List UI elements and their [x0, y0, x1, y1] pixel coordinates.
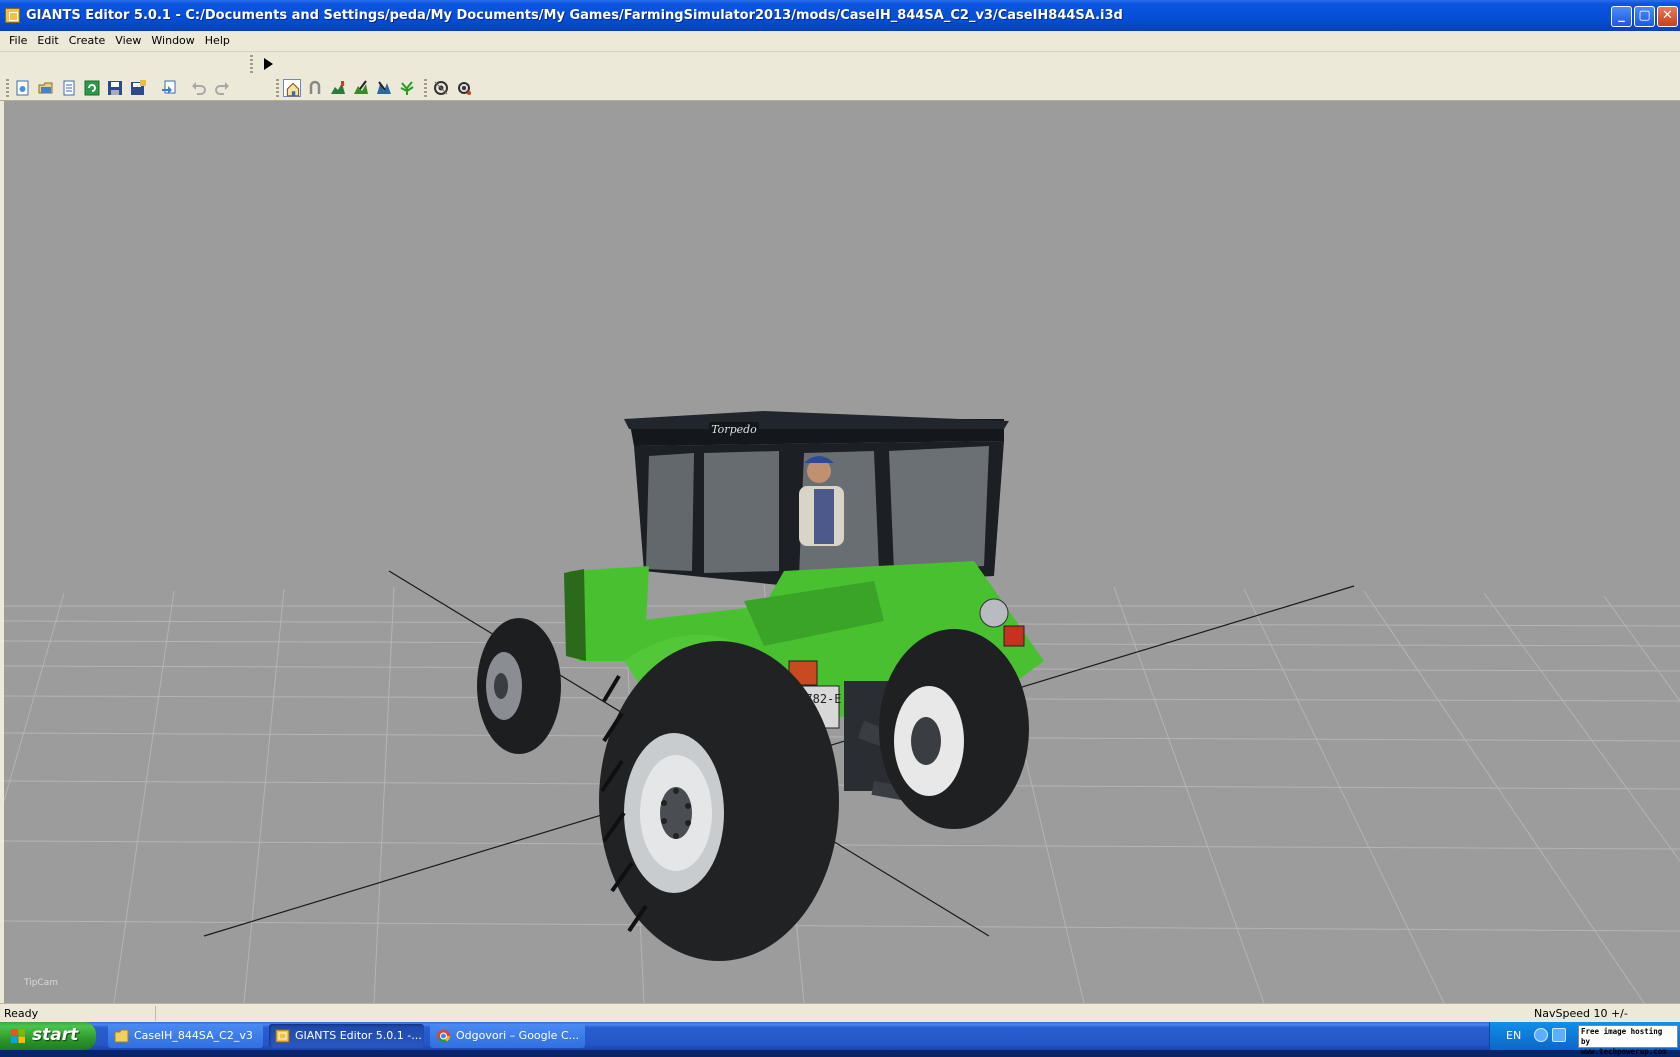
maximize-button[interactable]: ▢ [1634, 6, 1655, 27]
terrain-sculpt-icon[interactable] [329, 79, 347, 97]
taskbar-item-label: CaseIH_844SA_C2_v3 [134, 1029, 253, 1042]
main-toolbar [0, 76, 1680, 101]
undo-icon[interactable] [190, 79, 208, 97]
terrain-paint-icon[interactable] [352, 79, 370, 97]
move-icon[interactable] [306, 79, 324, 97]
foliage-paint-icon[interactable] [375, 79, 393, 97]
play-record-icon[interactable] [432, 79, 450, 97]
settings-icon[interactable] [455, 79, 473, 97]
toolbar-grip[interactable] [6, 79, 9, 97]
watermark-badge: Free image hosting by www.techpowerup.co… [1578, 1025, 1678, 1056]
3d-viewport[interactable]: Torpedo 782-E TipCam [4, 101, 1680, 1003]
giants-editor-window: GIANTS Editor 5.0.1 - C:/Documents and S… [0, 0, 1680, 1023]
folder-icon [114, 1029, 129, 1043]
close-button[interactable]: ✕ [1657, 6, 1678, 27]
plant-paint-icon[interactable] [398, 79, 416, 97]
status-message: Ready [0, 1006, 156, 1021]
cab-brand-text: Torpedo [711, 423, 757, 436]
save-icon[interactable] [106, 79, 124, 97]
menu-edit[interactable]: Edit [32, 31, 63, 47]
start-button[interactable]: start [0, 1022, 96, 1050]
import-icon[interactable] [160, 79, 178, 97]
taskbar-item-chrome[interactable]: Odgovori – Google C... [430, 1024, 585, 1048]
scene-canvas[interactable]: Torpedo 782-E [4, 101, 1680, 1003]
toolbar-grip[interactable] [250, 55, 253, 73]
nav-speed-status: NavSpeed 10 +/- [1534, 1007, 1628, 1020]
taskbar: start CaseIH_844SA_C2_v3 GIANTS Editor 5… [0, 1022, 1680, 1056]
giants-icon [275, 1029, 290, 1043]
network-icon[interactable] [1534, 1028, 1548, 1042]
play-toolbar [0, 52, 1680, 76]
taskbar-item-label: GIANTS Editor 5.0.1 -... [295, 1029, 422, 1042]
menu-bar: File Edit Create View Window Help [0, 31, 1680, 52]
minimize-button[interactable]: _ [1611, 6, 1632, 27]
taskbar-item-giants[interactable]: GIANTS Editor 5.0.1 -... [269, 1024, 424, 1048]
save-as-icon[interactable] [129, 79, 147, 97]
taskbar-item-folder[interactable]: CaseIH_844SA_C2_v3 [108, 1024, 263, 1048]
tractor-model: Torpedo 782-E [477, 411, 1044, 961]
reload-icon[interactable] [83, 79, 101, 97]
toolbar-grip[interactable] [424, 79, 427, 97]
toolbar-grip[interactable] [276, 79, 279, 97]
windows-flag-icon [11, 1029, 25, 1043]
select-icon[interactable] [283, 79, 301, 97]
taskbar-item-label: Odgovori – Google C... [456, 1029, 580, 1042]
menu-file[interactable]: File [4, 31, 32, 47]
chrome-icon [437, 1029, 450, 1043]
start-label: start [32, 1025, 79, 1045]
watermark-line1: Free image hosting by [1581, 1027, 1663, 1046]
volume-icon[interactable] [1552, 1028, 1566, 1042]
properties-icon[interactable] [60, 79, 78, 97]
open-icon[interactable] [37, 79, 55, 97]
title-bar[interactable]: GIANTS Editor 5.0.1 - C:/Documents and S… [0, 0, 1680, 32]
system-tray: EN Free image hosting by www.techpowerup… [1489, 1022, 1680, 1056]
play-icon[interactable] [259, 55, 277, 73]
menu-view[interactable]: View [110, 31, 146, 47]
status-bar: Ready NavSpeed 10 +/- [0, 1003, 1680, 1023]
new-scene-icon[interactable] [14, 79, 32, 97]
menu-help[interactable]: Help [200, 31, 235, 47]
redo-icon[interactable] [213, 79, 231, 97]
menu-create[interactable]: Create [64, 31, 111, 47]
window-title: GIANTS Editor 5.0.1 - C:/Documents and S… [26, 8, 1123, 23]
camera-label: TipCam [24, 978, 59, 988]
menu-window[interactable]: Window [146, 31, 199, 47]
watermark-line2: www.techpowerup.com [1581, 1047, 1667, 1056]
language-indicator[interactable]: EN [1506, 1029, 1521, 1042]
giants-app-icon[interactable] [5, 8, 20, 23]
